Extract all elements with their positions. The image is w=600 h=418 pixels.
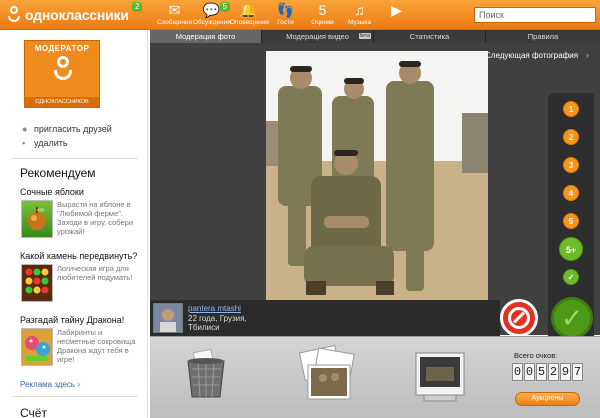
game-thumb-dragon[interactable] xyxy=(21,328,53,366)
game-desc-3: Лабиринты и несметные сокровища Дракона … xyxy=(57,328,136,364)
invite-friends-link[interactable]: ● пригласить друзей xyxy=(22,124,112,134)
invite-friends-label: пригласить друзей xyxy=(34,124,112,134)
score-counter: 0 0 5 2 9 7 xyxy=(512,363,584,381)
nav-label: Обсуждения xyxy=(193,19,231,26)
nav-label: Музыка xyxy=(348,19,371,26)
footprints-icon: 👣 xyxy=(276,2,295,18)
count-title: Счёт xyxy=(20,406,47,418)
envelope-icon: ✉ xyxy=(168,2,181,18)
nav-item-5[interactable]: 5 Оценки xyxy=(304,2,341,27)
moderator-title: МОДЕРАТОР xyxy=(34,44,90,53)
play-icon: ▶ xyxy=(391,2,402,18)
tab-label: Статистика xyxy=(409,32,450,41)
next-photo-link[interactable]: Следующая фотография › xyxy=(485,51,589,60)
game-title-3[interactable]: Разгадай тайну Дракона! xyxy=(20,315,124,325)
tab-label: Модерация видео xyxy=(286,32,349,41)
delete-label: удалить xyxy=(34,138,68,148)
score-digit: 5 xyxy=(536,363,547,381)
author-details: 22 года, Грузия, Тбилиси xyxy=(188,314,247,332)
nav-label: Оценки xyxy=(311,19,334,26)
tab-rules[interactable]: Правила xyxy=(486,30,600,43)
music-icon: ♫ xyxy=(354,2,365,18)
nav-item-2[interactable]: 💬 Обсуждения 5 xyxy=(193,2,231,27)
divider xyxy=(12,396,138,397)
trash-icon: ▪ xyxy=(22,138,26,148)
ok-logo-icon xyxy=(6,5,22,25)
game-title-2[interactable]: Какой камень передвинуть? xyxy=(20,251,137,261)
chevron-right-icon: › xyxy=(586,51,589,60)
tab-video-moderation[interactable]: Модерация видео бета xyxy=(262,30,374,43)
score-digit: 7 xyxy=(572,363,583,381)
nav-item-4[interactable]: 👣 Гости xyxy=(267,2,304,27)
tab-photo-moderation[interactable]: Модерация фото xyxy=(150,30,262,43)
nav-badge: 5 xyxy=(219,2,230,12)
author-name-link[interactable]: pantera mtashi xyxy=(188,304,241,313)
photo-stack-icon[interactable] xyxy=(298,344,358,403)
rate-2-button[interactable]: 2 xyxy=(563,129,579,145)
tab-label: Модерация фото xyxy=(175,32,236,41)
avatar[interactable] xyxy=(153,303,183,333)
top-nav: ✉ Сообщения 💬 Обсуждения 5 🔔 Оповещения 👣 Гости 5… xyxy=(156,2,415,27)
rate-5-plus-button[interactable]: 5+ xyxy=(559,237,583,261)
beta-badge: бета xyxy=(358,33,371,39)
nav-label: Сообщения xyxy=(156,19,193,26)
search-input[interactable]: Поиск xyxy=(474,7,596,23)
bottom-tray: Всего очков: 0 0 5 2 9 7 Аукционы xyxy=(150,336,600,418)
person-icon: ● xyxy=(22,124,28,134)
auctions-button[interactable]: Аукционы xyxy=(515,392,580,406)
bell-icon: 🔔 xyxy=(239,2,258,18)
moderation-tabs: Модерация фото Модерация видео бета Стати… xyxy=(150,30,600,43)
five-plus-icon: 5 xyxy=(318,2,327,18)
block-icon xyxy=(508,307,530,329)
game-thumb-stones[interactable] xyxy=(21,264,53,302)
score-digit: 0 xyxy=(524,363,535,381)
moderated-photo xyxy=(266,51,488,304)
nav-label: Оповещения xyxy=(230,19,269,26)
approve-check-icon[interactable]: ✓ xyxy=(563,269,579,285)
total-score-label: Всего очков: xyxy=(514,351,558,360)
ads-here-link[interactable]: Реклама здесь › xyxy=(20,380,80,389)
next-photo-label: Следующая фотография xyxy=(485,51,579,60)
game-desc-2: Логическая игра для любителей подумать! xyxy=(57,264,133,282)
author-info: pantera mtashi 22 года, Грузия, Тбилиси xyxy=(150,300,500,336)
delete-link[interactable]: ▪ удалить xyxy=(22,138,68,148)
moderator-badge: МОДЕРАТОР ОДНОКЛАССНИКОВ xyxy=(24,40,100,108)
rate-3-button[interactable]: 3 xyxy=(563,157,579,173)
recommend-title: Рекомендуем xyxy=(20,166,96,180)
tab-label: Правила xyxy=(527,32,559,41)
photo-frame-icon[interactable] xyxy=(414,347,466,403)
left-sidebar: МОДЕРАТОР ОДНОКЛАССНИКОВ ● пригласить др… xyxy=(0,30,148,418)
nav-item-1[interactable]: ✉ Сообщения xyxy=(156,2,193,27)
nav-item-7[interactable]: ▶ xyxy=(378,2,415,27)
trash-bin-icon[interactable] xyxy=(184,348,228,399)
game-thumb-apples[interactable] xyxy=(21,200,53,238)
divider xyxy=(12,158,138,159)
moderation-stage: Следующая фотография › 1 2 3 4 5 5+ ✓ xyxy=(150,43,600,345)
score-digit: 2 xyxy=(548,363,559,381)
site-name: одноклассники xyxy=(25,7,129,23)
site-logo[interactable]: одноклассники xyxy=(6,5,129,25)
logo-badge: 2 xyxy=(132,2,143,12)
moderator-foot: ОДНОКЛАССНИКОВ xyxy=(25,97,99,107)
rate-5-button[interactable]: 5 xyxy=(563,213,579,229)
rate-4-button[interactable]: 4 xyxy=(563,185,579,201)
top-bar: одноклассники 2 ✉ Сообщения 💬 Обсуждения 5 🔔 О… xyxy=(0,0,600,30)
check-icon: ✓ xyxy=(561,303,583,333)
reject-button[interactable] xyxy=(500,299,538,337)
nav-item-3[interactable]: 🔔 Оповещения xyxy=(230,2,269,27)
tab-statistics[interactable]: Статистика xyxy=(374,30,486,43)
accept-button[interactable]: ✓ xyxy=(551,297,593,339)
score-digit: 9 xyxy=(560,363,571,381)
nav-item-6[interactable]: ♫ Музыка xyxy=(341,2,378,27)
ok-emblem-icon xyxy=(54,56,72,92)
rate-1-button[interactable]: 1 xyxy=(563,101,579,117)
nav-label: Гости xyxy=(277,19,294,26)
game-title-1[interactable]: Сочные яблоки xyxy=(20,187,84,197)
game-desc-1: Вырасти на яблоне в "Любимой ферме". Зах… xyxy=(57,200,134,236)
score-digit: 0 xyxy=(512,363,523,381)
